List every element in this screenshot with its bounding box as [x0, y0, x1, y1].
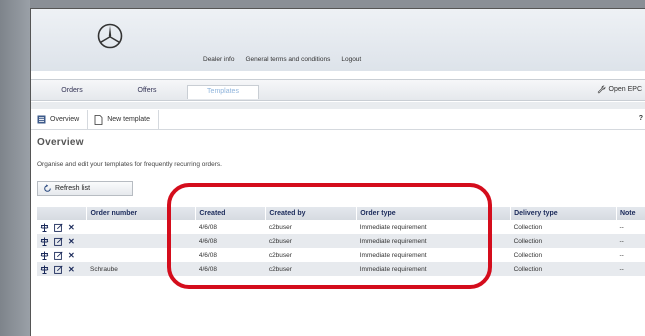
table-header-row: Order number Created Created by Order ty…: [37, 207, 645, 220]
overview-label: Overview: [50, 116, 80, 123]
mercedes-star-logo: [97, 23, 123, 49]
cell-delivery-type: Collection: [510, 262, 617, 276]
cart-icon[interactable]: [40, 251, 49, 260]
list-icon: [37, 115, 46, 124]
new-document-icon: [94, 114, 103, 125]
tab-templates[interactable]: Templates: [187, 85, 259, 99]
cell-order-type: Immediate requirement: [356, 220, 511, 234]
edit-icon[interactable]: [54, 223, 63, 232]
delete-icon[interactable]: ✕: [68, 265, 75, 274]
cell-created-by: c2buser: [265, 220, 357, 234]
cell-order-type: Immediate requirement: [356, 248, 511, 262]
templates-table: Order number Created Created by Order ty…: [37, 207, 645, 276]
cell-delivery-type: Collection: [510, 248, 617, 262]
cell-note: --: [616, 220, 645, 234]
open-epc-link[interactable]: Open EPC: [597, 85, 642, 94]
delete-icon[interactable]: ✕: [68, 251, 75, 260]
header-order-number[interactable]: Order number: [86, 207, 197, 220]
window-edge: [0, 0, 30, 336]
table-row[interactable]: ✕ 4/6/08 c2buser Immediate requirement C…: [37, 220, 645, 234]
header-created[interactable]: Created: [195, 207, 267, 220]
page-title: Overview: [37, 137, 84, 148]
cell-delivery-type: Collection: [510, 220, 617, 234]
refresh-list-button[interactable]: Refresh list: [37, 181, 133, 196]
cell-created-by: c2buser: [265, 248, 357, 262]
overview-button[interactable]: Overview: [31, 109, 89, 130]
cart-icon[interactable]: [40, 223, 49, 232]
dealer-info-link[interactable]: Dealer info: [203, 56, 234, 63]
header-note[interactable]: Note: [616, 207, 645, 220]
cart-icon[interactable]: [40, 237, 49, 246]
cell-order-number: [86, 234, 196, 248]
row-actions: ✕: [37, 234, 87, 248]
help-icon[interactable]: ?: [639, 115, 643, 122]
cell-note: --: [616, 248, 645, 262]
tab-offers[interactable]: Offers: [107, 85, 187, 99]
delete-icon[interactable]: ✕: [68, 223, 75, 232]
delete-icon[interactable]: ✕: [68, 237, 75, 246]
edit-icon[interactable]: [54, 251, 63, 260]
new-template-label: New template: [107, 116, 150, 123]
table-row[interactable]: ✕ 4/6/08 c2buser Immediate requirement C…: [37, 248, 645, 262]
edit-icon[interactable]: [54, 265, 63, 274]
cell-note: --: [616, 234, 645, 248]
row-actions: ✕: [37, 220, 87, 234]
cell-order-number: [86, 220, 196, 234]
app-window: Dealer info General terms and conditions…: [30, 8, 645, 336]
row-actions: ✕: [37, 248, 87, 262]
page-subtitle: Organise and edit your templates for fre…: [37, 161, 222, 168]
actions-header: [37, 207, 88, 220]
cell-order-type: Immediate requirement: [356, 262, 511, 276]
cell-created: 4/6/08: [195, 234, 266, 248]
cell-created: 4/6/08: [195, 220, 266, 234]
app-header: Dealer info General terms and conditions…: [31, 9, 645, 71]
refresh-icon: [44, 184, 51, 192]
open-epc-label: Open EPC: [608, 86, 642, 93]
header-order-type[interactable]: Order type: [356, 207, 512, 220]
cell-created-by: c2buser: [265, 262, 357, 276]
cell-order-number: Schraube: [86, 262, 196, 276]
cell-created: 4/6/08: [195, 262, 266, 276]
logout-link[interactable]: Logout: [341, 56, 361, 63]
edit-icon[interactable]: [54, 237, 63, 246]
toolbar: Overview New template: [31, 109, 645, 130]
refresh-label: Refresh list: [55, 185, 91, 192]
cell-created-by: c2buser: [265, 234, 357, 248]
header-created-by[interactable]: Created by: [265, 207, 358, 220]
header-links: Dealer info General terms and conditions…: [203, 56, 361, 63]
divider: [31, 102, 645, 109]
cell-delivery-type: Collection: [510, 234, 617, 248]
header-delivery-type[interactable]: Delivery type: [510, 207, 617, 220]
cell-order-type: Immediate requirement: [356, 234, 511, 248]
cell-note: --: [616, 262, 645, 276]
new-template-button[interactable]: New template: [88, 109, 159, 130]
cell-created: 4/6/08: [195, 248, 266, 262]
wrench-icon: [597, 85, 605, 94]
cell-order-number: [86, 248, 196, 262]
table-row[interactable]: ✕ Schraube 4/6/08 c2buser Immediate requ…: [37, 262, 645, 276]
tab-orders[interactable]: Orders: [37, 85, 107, 99]
table-row[interactable]: ✕ 4/6/08 c2buser Immediate requirement C…: [37, 234, 645, 248]
row-actions: ✕: [37, 262, 87, 276]
cart-icon[interactable]: [40, 265, 49, 274]
terms-link[interactable]: General terms and conditions: [245, 56, 330, 63]
tab-bar: Orders Offers Templates Open EPC: [31, 79, 645, 101]
